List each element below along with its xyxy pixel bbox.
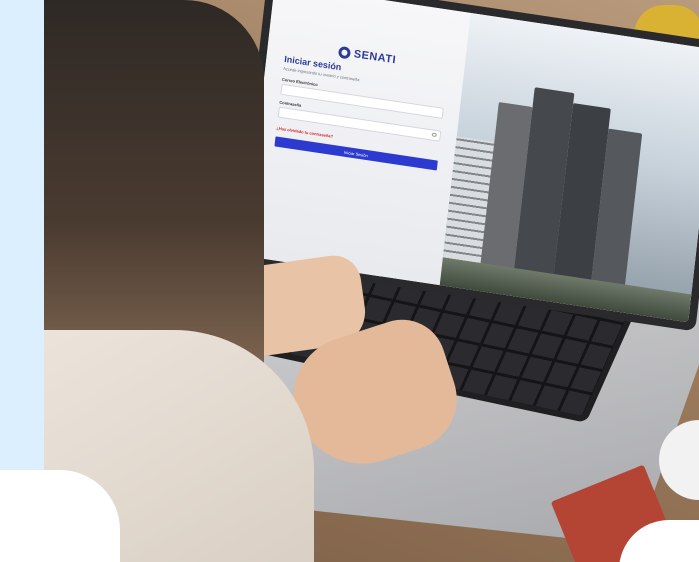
- senati-logo-icon: [337, 45, 351, 60]
- photo-scene: SENATI Iniciar sesión Accede ingresando …: [0, 0, 699, 562]
- eye-icon[interactable]: [431, 132, 437, 138]
- accent-panel: [0, 0, 44, 500]
- login-panel: SENATI Iniciar sesión Accede ingresando …: [243, 0, 471, 286]
- building-image: [439, 12, 699, 323]
- laptop-photo: SENATI Iniciar sesión Accede ingresando …: [44, 0, 699, 562]
- brand-name: SENATI: [353, 48, 397, 67]
